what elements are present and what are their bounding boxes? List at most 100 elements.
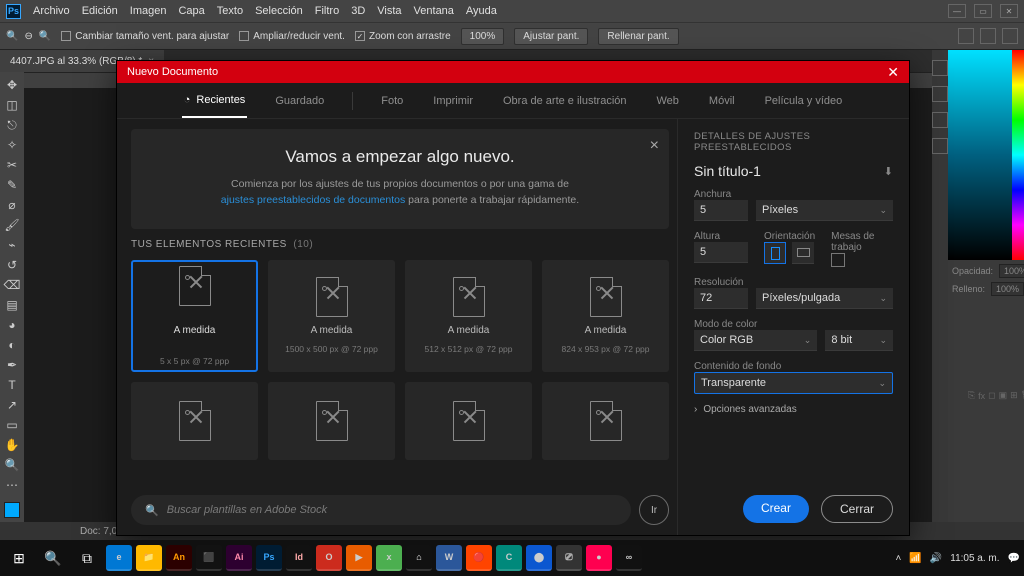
lasso-tool-icon[interactable]: ⎋ (2, 116, 22, 134)
taskbar-app[interactable]: ⌂ (406, 545, 432, 571)
delete-layer-icon[interactable]: 🗑 (1021, 390, 1024, 401)
advanced-options-toggle[interactable]: ›Opciones avanzadas (694, 404, 893, 415)
tab-film[interactable]: Película y vídeo (763, 85, 845, 117)
menu-item[interactable]: Selección (255, 5, 303, 17)
preset-card[interactable] (542, 382, 669, 460)
document-name-input[interactable]: Sin título-1 (694, 163, 876, 179)
menu-item[interactable]: Filtro (315, 5, 339, 17)
shape-tool-icon[interactable]: ▭ (2, 416, 22, 434)
hue-slider[interactable] (1012, 50, 1024, 260)
width-unit-select[interactable]: Píxeles⌄ (756, 200, 893, 221)
resolution-input[interactable]: 72 (694, 288, 748, 309)
panel-icon[interactable] (980, 28, 996, 44)
menu-item[interactable]: Vista (377, 5, 401, 17)
path-tool-icon[interactable]: ↗ (2, 396, 22, 414)
panel-icon[interactable] (932, 86, 948, 102)
zoom-out-icon[interactable]: ⊖ (24, 31, 32, 42)
crop-tool-icon[interactable]: ✂ (2, 156, 22, 174)
taskbar-app[interactable]: ⎚ (556, 545, 582, 571)
marquee-tool-icon[interactable]: ◫ (2, 96, 22, 114)
menu-item[interactable]: Texto (217, 5, 243, 17)
search-taskbar-icon[interactable]: 🔍 (38, 544, 68, 572)
close-dialog-icon[interactable]: ✕ (887, 64, 899, 81)
background-select[interactable]: Transparente⌄ (694, 372, 893, 394)
eyedropper-tool-icon[interactable]: ✎ (2, 176, 22, 194)
preset-card[interactable]: A medida 512 x 512 px @ 72 ppp (405, 260, 532, 372)
menu-item[interactable]: 3D (351, 5, 365, 17)
minimize-icon[interactable]: — (948, 4, 966, 18)
photoshop-icon[interactable]: Ps (6, 4, 21, 19)
preset-card[interactable] (131, 382, 258, 460)
tab-saved[interactable]: Guardado (273, 85, 326, 117)
search-input[interactable]: 🔍 Buscar plantillas en Adobe Stock (131, 495, 631, 525)
taskbar-app[interactable]: ∞ (616, 545, 642, 571)
checkbox[interactable]: ✓ (355, 31, 365, 41)
clock[interactable]: 11:05 a. m. (950, 553, 999, 564)
zoom-tool-icon[interactable]: 🔍 (39, 31, 51, 42)
fill-screen-button[interactable]: Rellenar pant. (598, 28, 678, 45)
bit-depth-select[interactable]: 8 bit⌄ (825, 330, 893, 351)
taskbar-app[interactable]: Id (286, 545, 312, 571)
checkbox[interactable] (61, 31, 71, 41)
resolution-unit-select[interactable]: Píxeles/pulgada⌄ (756, 288, 893, 309)
width-input[interactable]: 5 (694, 200, 748, 221)
new-layer-icon[interactable]: ⊞ (1010, 390, 1018, 401)
panel-icon[interactable] (932, 60, 948, 76)
taskbar-app[interactable]: ● (586, 545, 612, 571)
menu-item[interactable]: Edición (82, 5, 118, 17)
panel-icon[interactable] (1002, 28, 1018, 44)
artboards-checkbox[interactable] (831, 253, 845, 267)
pen-tool-icon[interactable]: ✒ (2, 356, 22, 374)
taskbar-app[interactable]: 🔴 (466, 545, 492, 571)
fit-screen-button[interactable]: Ajustar pant. (514, 28, 588, 45)
taskbar-app[interactable]: ⬛ (196, 545, 222, 571)
create-button[interactable]: Crear (743, 495, 809, 523)
taskbar-app[interactable]: Ps (256, 545, 282, 571)
more-icon[interactable]: ⋯ (2, 476, 22, 494)
layer-mask-icon[interactable]: ◻ (988, 390, 995, 401)
move-tool-icon[interactable]: ✥ (2, 76, 22, 94)
close-icon[interactable]: ✕ (1000, 4, 1018, 18)
tab-art[interactable]: Obra de arte e ilustración (501, 85, 629, 117)
tab-recent[interactable]: ◔Recientes (182, 84, 248, 118)
zoom-tool-icon[interactable]: 🔍 (2, 456, 22, 474)
checkbox[interactable] (239, 31, 249, 41)
taskbar-app[interactable]: W (436, 545, 462, 571)
menu-item[interactable]: Ventana (414, 5, 454, 17)
height-input[interactable]: 5 (694, 242, 748, 263)
wifi-icon[interactable]: 📶 (909, 553, 921, 564)
taskbar-app[interactable]: C (496, 545, 522, 571)
history-brush-tool-icon[interactable]: ↺ (2, 256, 22, 274)
tab-photo[interactable]: Foto (379, 85, 405, 117)
link-layers-icon[interactable]: ⎘ (968, 390, 975, 401)
preset-card[interactable] (268, 382, 395, 460)
gradient-tool-icon[interactable]: ▤ (2, 296, 22, 314)
tab-web[interactable]: Web (655, 85, 681, 117)
panel-icon[interactable] (932, 112, 948, 128)
zoom-in-icon[interactable]: 🔍 (6, 31, 18, 42)
menu-item[interactable]: Imagen (130, 5, 167, 17)
brush-tool-icon[interactable]: 🖌 (2, 216, 22, 234)
blur-tool-icon[interactable]: ◕ (2, 316, 22, 334)
close-button[interactable]: Cerrar (821, 495, 893, 523)
taskbar-app[interactable]: ⬤ (526, 545, 552, 571)
eraser-tool-icon[interactable]: ⌫ (2, 276, 22, 294)
healing-tool-icon[interactable]: ⌀ (2, 196, 22, 214)
layer-fx-icon[interactable]: fx (978, 391, 985, 401)
preset-card[interactable]: A medida 824 x 953 px @ 72 ppp (542, 260, 669, 372)
hand-tool-icon[interactable]: ✋ (2, 436, 22, 454)
fill-value[interactable]: 100% (991, 282, 1024, 296)
preset-card[interactable]: A medida 1500 x 500 px @ 72 ppp (268, 260, 395, 372)
maximize-icon[interactable]: ▭ (974, 4, 992, 18)
taskbar-app[interactable]: 📁 (136, 545, 162, 571)
opacity-value[interactable]: 100% (999, 264, 1024, 278)
dodge-tool-icon[interactable]: ◐ (2, 336, 22, 354)
taskbar-app[interactable]: e (106, 545, 132, 571)
type-tool-icon[interactable]: T (2, 376, 22, 394)
menu-item[interactable]: Archivo (33, 5, 70, 17)
menu-item[interactable]: Ayuda (466, 5, 497, 17)
panel-icon[interactable] (958, 28, 974, 44)
save-preset-icon[interactable]: ⬇ (884, 165, 893, 178)
color-mode-select[interactable]: Color RGB⌄ (694, 330, 817, 351)
panel-icon[interactable] (932, 138, 948, 154)
